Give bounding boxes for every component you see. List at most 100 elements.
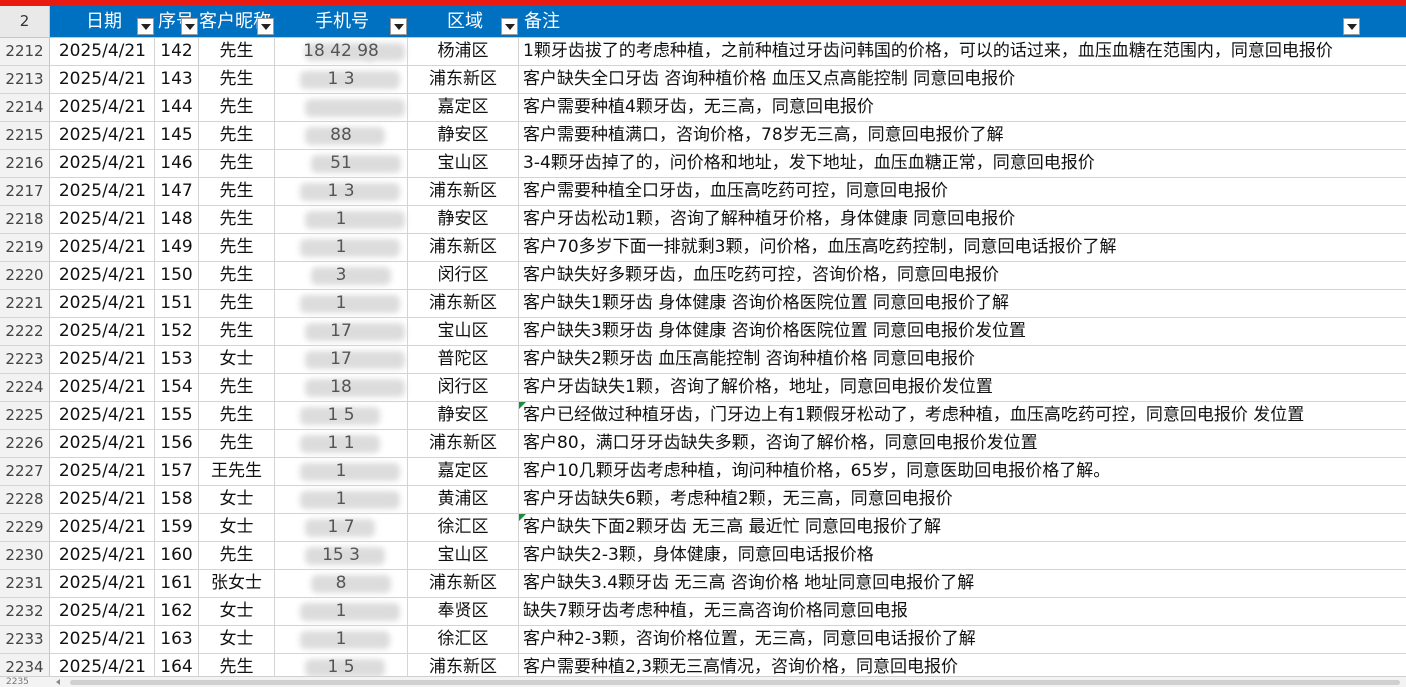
cell-phone[interactable]: 1 xyxy=(275,626,408,653)
cell-date[interactable]: 2025/4/21 xyxy=(50,374,155,401)
cell-seq[interactable]: 162 xyxy=(155,598,199,625)
cell-seq[interactable]: 143 xyxy=(155,66,199,93)
row-number[interactable]: 2217 xyxy=(0,178,50,205)
table-row[interactable]: 2213 2025/4/21 143 先生 1 3 浦东新区 客户缺失全口牙齿 咨询种植价格… xyxy=(0,66,1406,94)
cell-customer-name[interactable]: 先生 xyxy=(199,374,275,401)
row-number[interactable]: 2214 xyxy=(0,94,50,121)
cell-note[interactable]: 3-4颗牙齿掉了的，问价格和地址，发下地址，血压血糖正常，同意回电报价 xyxy=(519,150,1362,177)
cell-empty[interactable] xyxy=(1362,458,1406,485)
error-indicator-icon[interactable] xyxy=(519,402,526,409)
cell-date[interactable]: 2025/4/21 xyxy=(50,38,155,65)
cell-note[interactable]: 客户需要种植2,3颗无三高情况，咨询价格，同意回电报价 xyxy=(519,654,1362,676)
header-row-number[interactable]: 2 xyxy=(0,6,50,37)
cell-area[interactable]: 浦东新区 xyxy=(408,654,519,676)
cell-phone[interactable]: 18 xyxy=(275,374,408,401)
filter-dropdown-icon[interactable] xyxy=(257,18,274,35)
cell-customer-name[interactable]: 先生 xyxy=(199,66,275,93)
row-number[interactable]: 2225 xyxy=(0,402,50,429)
cell-area[interactable]: 闵行区 xyxy=(408,262,519,289)
table-row[interactable]: 2229 2025/4/21 159 女士 1 7 徐汇区 客户缺失下面2颗牙齿 无三高 最… xyxy=(0,514,1406,542)
cell-note[interactable]: 1颗牙齿拔了的考虑种植，之前种植过牙齿问韩国的价格，可以的话过来，血压血糖在范围… xyxy=(519,38,1362,65)
cell-phone[interactable]: 3 xyxy=(275,262,408,289)
cell-area[interactable]: 浦东新区 xyxy=(408,570,519,597)
row-number[interactable]: 2230 xyxy=(0,542,50,569)
cell-customer-name[interactable]: 先生 xyxy=(199,150,275,177)
cell-area[interactable]: 奉贤区 xyxy=(408,598,519,625)
cell-note[interactable]: 客户牙齿缺失1颗，咨询了解价格，地址，同意回电报价发位置 xyxy=(519,374,1362,401)
cell-customer-name[interactable]: 先生 xyxy=(199,206,275,233)
cell-empty[interactable] xyxy=(1362,570,1406,597)
table-row[interactable]: 2218 2025/4/21 148 先生 1 静安区 客户牙齿松动1颗，咨询了解种植牙价格… xyxy=(0,206,1406,234)
cell-customer-name[interactable]: 先生 xyxy=(199,94,275,121)
cell-empty[interactable] xyxy=(1362,290,1406,317)
cell-note[interactable]: 客户缺失全口牙齿 咨询种植价格 血压又点高能控制 同意回电报价 xyxy=(519,66,1362,93)
cell-phone[interactable]: 15 3 xyxy=(275,542,408,569)
cell-seq[interactable]: 142 xyxy=(155,38,199,65)
cell-empty[interactable] xyxy=(1362,206,1406,233)
table-row[interactable]: 2219 2025/4/21 149 先生 1 浦东新区 客户70多岁下面一排就剩3颗，问价… xyxy=(0,234,1406,262)
row-number[interactable]: 2232 xyxy=(0,598,50,625)
cell-customer-name[interactable]: 先生 xyxy=(199,654,275,676)
table-row[interactable]: 2215 2025/4/21 145 先生 88 静安区 客户需要种植满口，咨询价格，78岁… xyxy=(0,122,1406,150)
cell-customer-name[interactable]: 女士 xyxy=(199,346,275,373)
cell-empty[interactable] xyxy=(1362,94,1406,121)
cell-customer-name[interactable]: 先生 xyxy=(199,122,275,149)
row-number[interactable]: 2222 xyxy=(0,318,50,345)
cell-date[interactable]: 2025/4/21 xyxy=(50,514,155,541)
cell-seq[interactable]: 160 xyxy=(155,542,199,569)
cell-area[interactable]: 嘉定区 xyxy=(408,94,519,121)
table-row[interactable]: 2232 2025/4/21 162 女士 1 奉贤区 缺失7颗牙齿考虑种植，无三高咨询价格… xyxy=(0,598,1406,626)
cell-note[interactable]: 客户缺失好多颗牙齿，血压吃药可控，咨询价格，同意回电报价 xyxy=(519,262,1362,289)
spreadsheet-grid[interactable]: 2212 2025/4/21 142 先生 18 42 98 杨浦区 1颗牙齿拔了的考虑种植… xyxy=(0,38,1406,676)
cell-seq[interactable]: 155 xyxy=(155,402,199,429)
cell-seq[interactable]: 156 xyxy=(155,430,199,457)
table-row[interactable]: 2227 2025/4/21 157 王先生 1 嘉定区 客户10几颗牙齿考虑种植，询问种植… xyxy=(0,458,1406,486)
row-number[interactable]: 2226 xyxy=(0,430,50,457)
cell-date[interactable]: 2025/4/21 xyxy=(50,626,155,653)
cell-date[interactable]: 2025/4/21 xyxy=(50,122,155,149)
row-number[interactable]: 2220 xyxy=(0,262,50,289)
cell-area[interactable]: 徐汇区 xyxy=(408,626,519,653)
cell-phone[interactable]: 1 xyxy=(275,290,408,317)
cell-seq[interactable]: 148 xyxy=(155,206,199,233)
cell-date[interactable]: 2025/4/21 xyxy=(50,570,155,597)
cell-seq[interactable]: 163 xyxy=(155,626,199,653)
row-number[interactable]: 2228 xyxy=(0,486,50,513)
row-number[interactable]: 2229 xyxy=(0,514,50,541)
row-number[interactable]: 2221 xyxy=(0,290,50,317)
cell-area[interactable]: 闵行区 xyxy=(408,374,519,401)
cell-seq[interactable]: 153 xyxy=(155,346,199,373)
cell-empty[interactable] xyxy=(1362,402,1406,429)
table-row[interactable]: 2230 2025/4/21 160 先生 15 3 宝山区 客户缺失2-3颗，身体健康，同… xyxy=(0,542,1406,570)
table-row[interactable]: 2217 2025/4/21 147 先生 1 3 浦东新区 客户需要种植全口牙齿，血压高吃… xyxy=(0,178,1406,206)
cell-phone[interactable]: 18 42 98 xyxy=(275,38,408,65)
table-row[interactable]: 2221 2025/4/21 151 先生 1 浦东新区 客户缺失1颗牙齿 身体健康 咨询价… xyxy=(0,290,1406,318)
cell-empty[interactable] xyxy=(1362,626,1406,653)
cell-seq[interactable]: 164 xyxy=(155,654,199,676)
cell-phone[interactable]: 1 xyxy=(275,206,408,233)
cell-note[interactable]: 客户牙齿松动1颗，咨询了解种植牙价格，身体健康 同意回电报价 xyxy=(519,206,1362,233)
cell-note[interactable]: 客户需要种植满口，咨询价格，78岁无三高，同意回电报价了解 xyxy=(519,122,1362,149)
cell-empty[interactable] xyxy=(1362,654,1406,676)
table-row[interactable]: 2224 2025/4/21 154 先生 18 闵行区 客户牙齿缺失1颗，咨询了解价格，地… xyxy=(0,374,1406,402)
cell-seq[interactable]: 154 xyxy=(155,374,199,401)
cell-date[interactable]: 2025/4/21 xyxy=(50,346,155,373)
cell-area[interactable]: 宝山区 xyxy=(408,150,519,177)
cell-seq[interactable]: 150 xyxy=(155,262,199,289)
scrollbar-thumb[interactable] xyxy=(70,680,1400,685)
cell-date[interactable]: 2025/4/21 xyxy=(50,234,155,261)
cell-empty[interactable] xyxy=(1362,262,1406,289)
table-row[interactable]: 2216 2025/4/21 146 先生 51 宝山区 3-4颗牙齿掉了的，问价格和地址，… xyxy=(0,150,1406,178)
cell-area[interactable]: 静安区 xyxy=(408,122,519,149)
cell-area[interactable]: 宝山区 xyxy=(408,318,519,345)
row-number[interactable]: 2212 xyxy=(0,38,50,65)
cell-empty[interactable] xyxy=(1362,318,1406,345)
cell-seq[interactable]: 144 xyxy=(155,94,199,121)
row-number[interactable]: 2233 xyxy=(0,626,50,653)
cell-date[interactable]: 2025/4/21 xyxy=(50,430,155,457)
cell-phone[interactable]: 1 3 xyxy=(275,66,408,93)
cell-note[interactable]: 客户种2-3颗，咨询价格位置，无三高，同意回电话报价了解 xyxy=(519,626,1362,653)
cell-area[interactable]: 黄浦区 xyxy=(408,486,519,513)
cell-note[interactable]: 客户80，满口牙牙齿缺失多颗，咨询了解价格，同意回电报价发位置 xyxy=(519,430,1362,457)
cell-phone[interactable]: 1 3 xyxy=(275,178,408,205)
